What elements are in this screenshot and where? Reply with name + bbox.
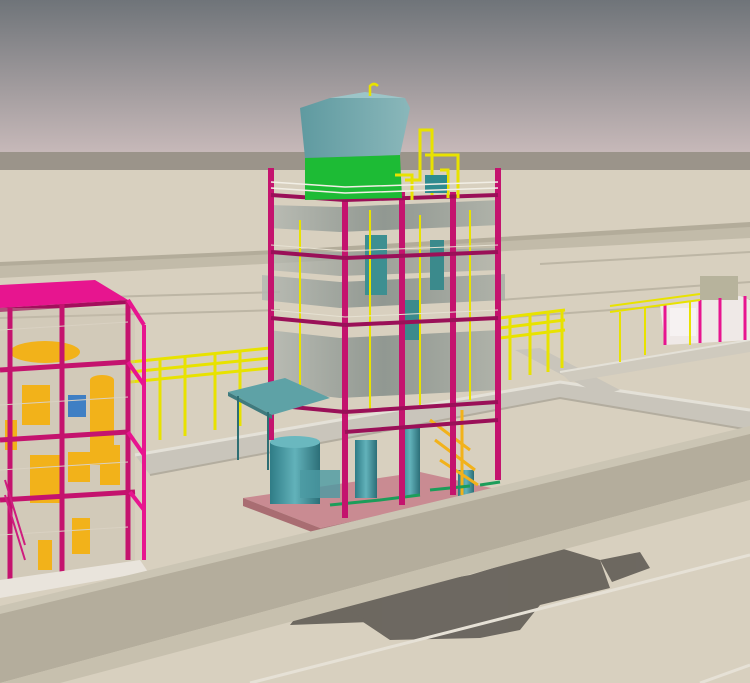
left-process-structure bbox=[0, 280, 148, 598]
plant-render-scene bbox=[0, 0, 750, 683]
plant-render-svg bbox=[0, 0, 750, 683]
